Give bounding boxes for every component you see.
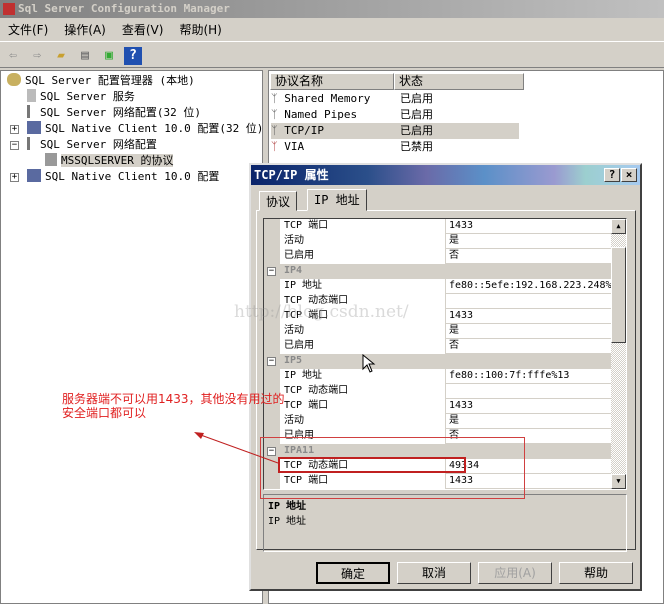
mouse-cursor-icon [362,354,376,373]
annotation-arrow [194,432,279,464]
